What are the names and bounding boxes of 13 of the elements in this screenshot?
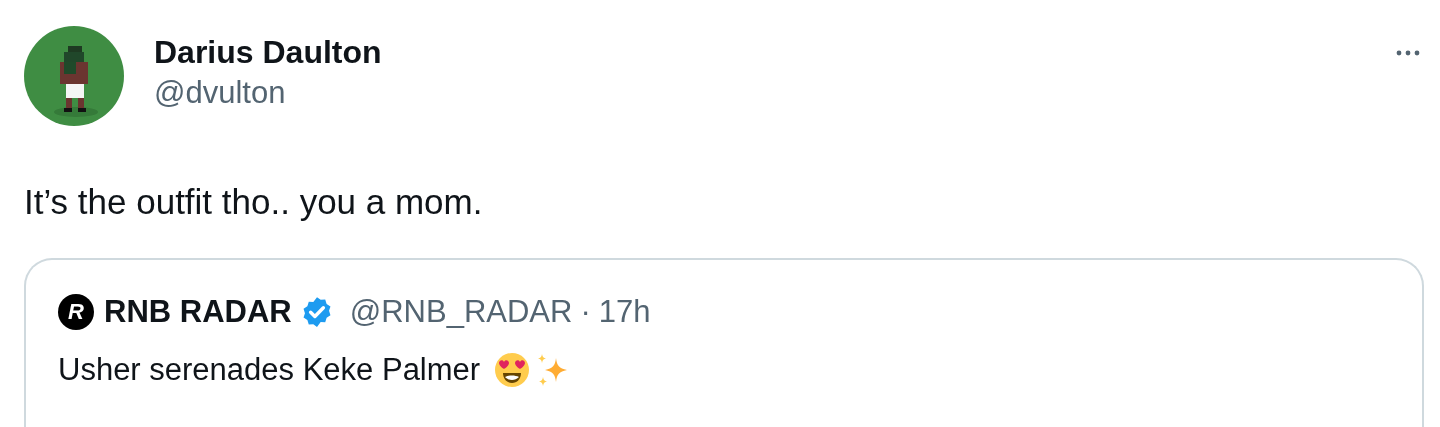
- timestamp[interactable]: 17h: [598, 294, 651, 330]
- quoted-tweet-card[interactable]: R RNB RADAR @RNB_RADAR · 17h Usher serenades Keke Palmer: [24, 258, 1424, 427]
- author-name[interactable]: Darius Daulton: [154, 32, 382, 72]
- separator-dot: ·: [580, 294, 591, 330]
- quoted-tweet-text: Usher serenades Keke Palmer: [58, 352, 481, 388]
- more-icon[interactable]: [1396, 50, 1420, 56]
- quoted-author-handle[interactable]: @RNB_RADAR: [349, 294, 573, 330]
- tweet-text: It’s the outfit tho.. you a mom.: [24, 181, 484, 223]
- quoted-author-name[interactable]: RNB RADAR: [104, 294, 292, 330]
- avatar[interactable]: [24, 26, 124, 126]
- heart-eyes-face-icon: [494, 352, 531, 388]
- account-logo[interactable]: R: [58, 294, 94, 330]
- author-handle[interactable]: @dvulton: [154, 72, 382, 114]
